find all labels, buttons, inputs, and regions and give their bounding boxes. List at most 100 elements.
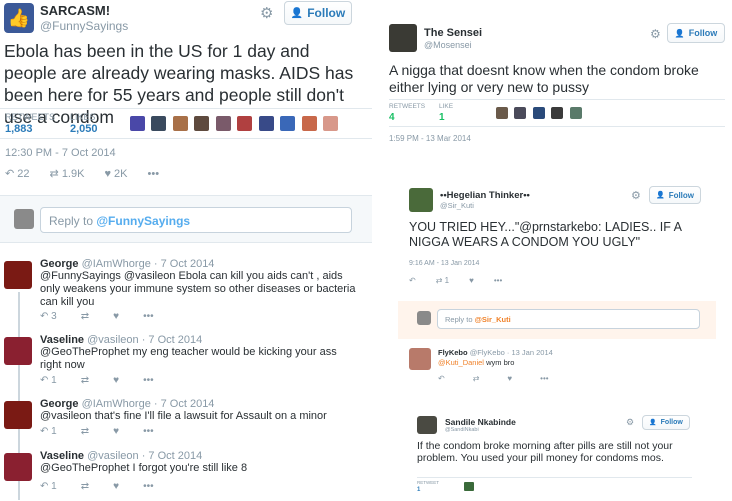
retweets-count[interactable]: 4 — [389, 112, 395, 123]
retweet-icon[interactable]: ⇄ — [81, 311, 89, 322]
reply-date[interactable]: · 7 Oct 2014 — [154, 258, 215, 270]
reply-date[interactable]: · 7 Oct 2014 — [142, 334, 203, 346]
liker-avatar[interactable] — [194, 116, 210, 131]
reply-icon[interactable]: ↶ — [438, 374, 445, 383]
heart-icon[interactable]: ♥ — [113, 375, 119, 386]
liker-avatar[interactable] — [464, 482, 474, 491]
retweets-count[interactable]: 1 — [417, 487, 420, 493]
reply-action[interactable]: ↶ 3 — [40, 311, 57, 322]
follow-button[interactable]: 👤 Follow — [667, 23, 725, 43]
more-icon[interactable]: ••• — [148, 168, 160, 180]
author-name[interactable]: The Sensei — [424, 27, 482, 39]
retweet-icon[interactable]: ⇄ — [81, 426, 89, 437]
reply-author-handle[interactable]: @FlyKebo — [470, 348, 505, 357]
reply-author-handle[interactable]: @vasileon — [87, 334, 139, 346]
like-count: 2K — [114, 167, 128, 180]
liker-avatar[interactable] — [301, 116, 317, 131]
author-name[interactable]: ••Hegelian Thinker•• — [440, 190, 530, 201]
author-handle[interactable]: @Sir_Kuti — [440, 201, 474, 210]
heart-icon[interactable]: ♥ — [469, 276, 474, 285]
gear-icon[interactable]: ⚙ — [650, 27, 661, 41]
reply-author-name[interactable]: George — [40, 398, 79, 410]
liker-avatar[interactable] — [532, 107, 545, 119]
author-handle[interactable]: @FunnySayings — [40, 19, 128, 33]
author-handle[interactable]: @Mosensei — [424, 40, 472, 50]
follow-button[interactable]: 👤 Follow — [284, 1, 352, 25]
timestamp[interactable]: 9:16 AM - 13 Jan 2014 — [409, 260, 479, 267]
more-icon[interactable]: ••• — [143, 481, 154, 492]
more-icon[interactable]: ••• — [143, 426, 154, 437]
author-handle[interactable]: @SandiNkabi — [445, 427, 479, 433]
liker-avatar[interactable] — [551, 107, 564, 119]
heart-icon[interactable]: ♥ — [507, 374, 512, 383]
list-item: George @IAmWhorge · 7 Oct 2014 @FunnySay… — [0, 256, 372, 328]
liker-avatar[interactable] — [569, 107, 582, 119]
reply-icon[interactable]: ↶ — [409, 276, 416, 285]
liker-avatar[interactable] — [514, 107, 527, 119]
retweet-icon[interactable]: ⇄ — [473, 374, 480, 383]
liker-avatar[interactable] — [237, 116, 253, 131]
heart-icon[interactable]: ♥ — [113, 481, 119, 492]
likes-count[interactable]: 1 — [439, 112, 445, 123]
reply-date[interactable]: · 13 Jan 2014 — [507, 348, 553, 357]
avatar[interactable] — [4, 337, 32, 365]
retweet-action[interactable]: ⇄ 1 — [436, 276, 449, 285]
liker-avatar[interactable] — [130, 116, 145, 131]
retweet-icon[interactable]: ⇄ — [81, 375, 89, 386]
avatar[interactable] — [409, 188, 433, 212]
reply-author-handle[interactable]: @IAmWhorge — [82, 398, 151, 410]
more-icon[interactable]: ••• — [143, 311, 154, 322]
timestamp[interactable]: 1:59 PM - 13 Mar 2014 — [389, 134, 471, 143]
reply-input[interactable]: Reply to @Sir_Kuti — [437, 309, 700, 329]
avatar[interactable] — [4, 453, 32, 481]
reply-author-name[interactable]: FlyKebo — [438, 348, 468, 357]
avatar[interactable] — [417, 416, 437, 434]
like-action[interactable]: ♥ 2K — [104, 168, 127, 180]
reply-mention[interactable]: @Kuti_Daniel — [438, 358, 484, 367]
timestamp[interactable]: 12:30 PM - 7 Oct 2014 — [5, 147, 116, 159]
reply-text: @GeoTheProphet I forgot you're still lik… — [40, 462, 248, 474]
author-name[interactable]: SARCASM! — [40, 3, 110, 18]
reply-input[interactable]: Reply to @FunnySayings — [40, 207, 352, 233]
reply-date[interactable]: · 7 Oct 2014 — [142, 450, 203, 462]
liker-avatar[interactable] — [172, 116, 188, 131]
gear-icon[interactable]: ⚙ — [626, 417, 634, 428]
follow-button[interactable]: 👤 Follow — [649, 186, 701, 204]
liker-avatar[interactable] — [215, 116, 231, 131]
reply-action[interactable]: ↶ 1 — [40, 375, 57, 386]
list-item: Vaseline @vasileon · 7 Oct 2014 @GeoTheP… — [0, 448, 372, 500]
reply-action[interactable]: ↶ 1 — [40, 481, 57, 492]
more-icon[interactable]: ••• — [494, 276, 502, 285]
reply-author-handle[interactable]: @IAmWhorge — [82, 258, 151, 270]
reply-action[interactable]: ↶ 22 — [5, 167, 30, 180]
reply-count: 3 — [51, 311, 57, 322]
liker-avatar[interactable] — [151, 116, 167, 131]
retweet-icon[interactable]: ⇄ — [81, 481, 89, 492]
liker-avatar[interactable] — [323, 116, 339, 131]
retweet-action[interactable]: ⇄ 1.9K — [50, 167, 85, 180]
heart-icon[interactable]: ♥ — [113, 426, 119, 437]
avatar[interactable] — [4, 401, 32, 429]
more-icon[interactable]: ••• — [540, 374, 548, 383]
liker-avatar[interactable] — [280, 116, 296, 131]
liker-avatar[interactable] — [496, 107, 508, 119]
reply-author-name[interactable]: Vaseline — [40, 334, 84, 346]
retweets-count[interactable]: 1,883 — [5, 123, 33, 135]
gear-icon[interactable]: ⚙ — [631, 189, 641, 202]
more-icon[interactable]: ••• — [143, 375, 154, 386]
avatar[interactable] — [389, 24, 417, 52]
heart-icon[interactable]: ♥ — [113, 311, 119, 322]
reply-author-name[interactable]: Vaseline — [40, 450, 84, 462]
gear-icon[interactable]: ⚙ — [260, 4, 273, 22]
avatar[interactable] — [4, 261, 32, 289]
avatar[interactable] — [409, 348, 431, 370]
follow-button[interactable]: 👤 Follow — [642, 415, 690, 430]
author-name[interactable]: Sandile Nkabinde — [445, 417, 516, 427]
reply-author-handle[interactable]: @vasileon — [87, 450, 139, 462]
avatar[interactable]: 👍 — [4, 3, 34, 33]
likes-count[interactable]: 2,050 — [70, 123, 98, 135]
reply-action[interactable]: ↶ 1 — [40, 426, 57, 437]
liker-avatar[interactable] — [258, 116, 274, 131]
reply-author-name[interactable]: George — [40, 258, 79, 270]
reply-date[interactable]: · 7 Oct 2014 — [154, 398, 215, 410]
